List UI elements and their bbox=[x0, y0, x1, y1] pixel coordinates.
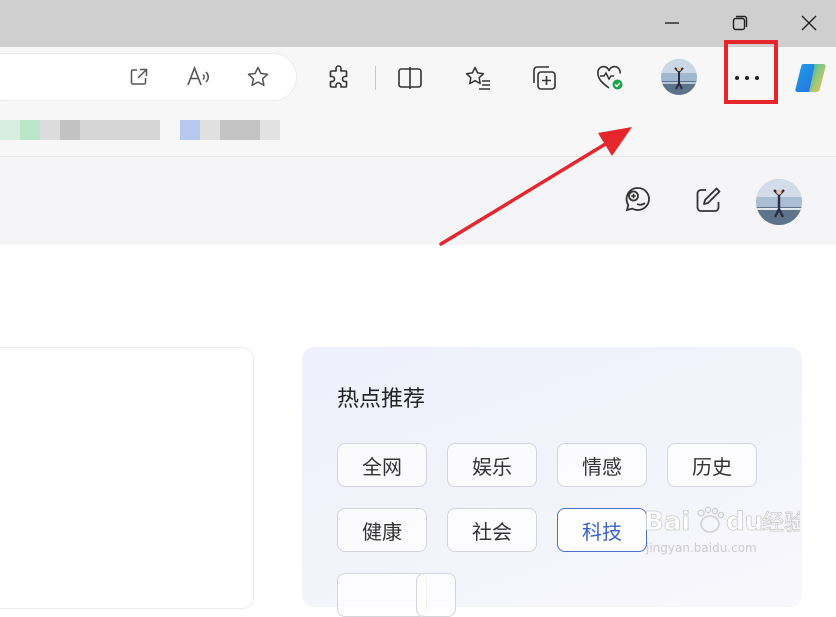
svg-text:Bai: Bai bbox=[644, 507, 690, 537]
tag-partial[interactable] bbox=[337, 573, 427, 617]
tag-partial[interactable] bbox=[416, 573, 456, 617]
svg-text:jingyan.baidu.com: jingyan.baidu.com bbox=[645, 541, 757, 555]
svg-text:经验: 经验 bbox=[762, 511, 800, 536]
svg-text:du: du bbox=[726, 507, 763, 537]
annotation-arrow bbox=[439, 127, 632, 246]
baidu-watermark: Bai du 经验 jingyan.baidu.com bbox=[644, 507, 800, 555]
